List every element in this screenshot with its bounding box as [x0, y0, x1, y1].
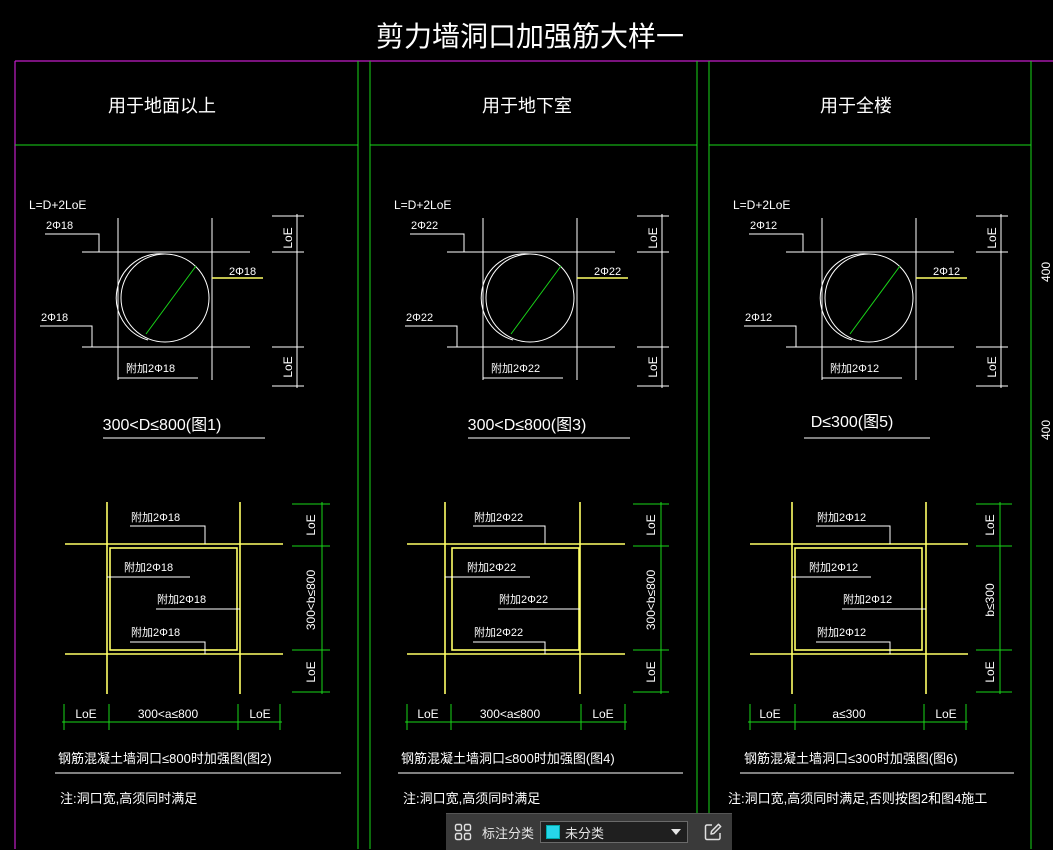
rect-rebar-label-top: 附加2Φ18 [131, 510, 180, 524]
dimension-label: LoE [646, 356, 660, 377]
dimension-label: LoE [249, 707, 270, 721]
dimension-label: LoE [935, 707, 956, 721]
rebar-label-top: 2Φ12 [750, 220, 777, 232]
dimension-label: LoE [417, 707, 438, 721]
dimension-label: LoE [281, 356, 295, 377]
rebar-label-right: 2Φ18 [229, 266, 256, 278]
rect-rebar-label-left: 附加2Φ18 [124, 560, 173, 574]
dimension-label: 300<a≤800 [138, 707, 199, 721]
round-opening [485, 253, 575, 343]
leader-line [816, 641, 891, 654]
annotation-toolbar: 标注分类 未分类 [446, 813, 732, 850]
column-header: 用于全楼 [820, 96, 892, 116]
annotation-category-label: 标注分类 [482, 826, 535, 842]
drawing-title: 剪力墙洞口加强筋大样一 [376, 21, 684, 52]
round-opening [120, 253, 210, 343]
leader-line [405, 325, 458, 347]
dimension-label: 300<b≤800 [644, 570, 658, 631]
rebar-label-left: 2Φ12 [745, 312, 772, 324]
rect-rebar-label-top: 附加2Φ22 [474, 510, 523, 524]
leader-line [45, 233, 100, 252]
dimension-label: LoE [985, 227, 999, 248]
rect-rebar-label-mid: 附加2Φ12 [843, 592, 892, 606]
category-select[interactable]: 未分类 [540, 821, 689, 843]
rebar-label-right: 2Φ22 [594, 266, 621, 278]
leader-line [816, 525, 891, 544]
cad-drawing-canvas[interactable]: 剪力墙洞口加强筋大样一 400 400 用于地面以上 L=D+2LoE 2Φ18… [0, 0, 1053, 849]
dimension-label: LoE [281, 227, 295, 248]
rebar-label-right: 2Φ12 [933, 266, 960, 278]
length-formula: L=D+2LoE [733, 198, 790, 212]
dimension-label: LoE [983, 514, 997, 535]
figure-note: 注:洞口宽,高须同时满足,否则按图2和图4施工 [728, 791, 987, 806]
diagonal-rebar [849, 265, 901, 335]
leader-line [744, 325, 797, 347]
rect-rebar-label-mid: 附加2Φ22 [499, 592, 548, 606]
edge-dimension-bottom: 400 [1039, 420, 1053, 440]
category-select-value: 未分类 [565, 826, 605, 842]
rebar-label-left: 2Φ22 [406, 312, 433, 324]
dimension-label: LoE [644, 661, 658, 682]
edge-dimension-top: 400 [1039, 262, 1053, 282]
dimension-label: LoE [646, 227, 660, 248]
length-formula: L=D+2LoE [394, 198, 451, 212]
grid-icon[interactable] [446, 814, 480, 850]
dimension-label: LoE [304, 514, 318, 535]
dimension-label: a≤300 [832, 707, 866, 721]
rect-rebar-label-bot: 附加2Φ12 [817, 625, 866, 639]
rect-rebar-label-top: 附加2Φ12 [817, 510, 866, 524]
leader-line [749, 233, 804, 252]
extra-rebar-label: 附加2Φ18 [126, 361, 175, 375]
rect-rebar-label-left: 附加2Φ12 [809, 560, 858, 574]
dimension-label: LoE [983, 661, 997, 682]
edit-icon[interactable] [696, 814, 730, 850]
category-color-swatch [546, 825, 561, 839]
figure-caption: 300<D≤800(图3) [468, 417, 587, 434]
dimension-label: b≤300 [983, 583, 997, 617]
rect-rebar-label-bot: 附加2Φ18 [131, 625, 180, 639]
extra-rebar-label: 附加2Φ12 [830, 361, 879, 375]
dimension-label: 300<b≤800 [304, 570, 318, 631]
extra-rebar-label: 附加2Φ22 [491, 361, 540, 375]
detail-column-3: 用于全楼 L=D+2LoE 2Φ12 2Φ12 2Φ12 附加2Φ12 LoE … [728, 96, 1014, 806]
length-formula: L=D+2LoE [29, 198, 86, 212]
dimension-label: LoE [592, 707, 613, 721]
rect-rebar-label-bot: 附加2Φ22 [474, 625, 523, 639]
rebar-label-top: 2Φ18 [46, 220, 73, 232]
opening-arc [115, 253, 166, 341]
dimension-label: LoE [759, 707, 780, 721]
dimension-label: LoE [985, 356, 999, 377]
figure-caption: D≤300(图5) [811, 414, 894, 431]
rect-rebar-label-left: 附加2Φ22 [467, 560, 516, 574]
figure-caption: 钢筋混凝土墙洞口≤300时加强图(图6) [744, 751, 958, 766]
column-header: 用于地面以上 [108, 96, 216, 116]
opening-arc [480, 253, 531, 341]
leader-line [410, 233, 465, 252]
diagonal-rebar [145, 265, 197, 335]
figure-caption: 钢筋混凝土墙洞口≤800时加强图(图2) [58, 751, 272, 766]
rebar-label-left: 2Φ18 [41, 312, 68, 324]
dimension-label: 300<a≤800 [480, 707, 541, 721]
dimension-label: LoE [304, 661, 318, 682]
detail-column-2: 用于地下室 L=D+2LoE 2Φ22 2Φ22 2Φ22 附加2Φ22 LoE… [394, 96, 683, 806]
opening-arc [819, 253, 870, 341]
leader-line [130, 641, 206, 654]
round-opening [824, 253, 914, 343]
leader-line [130, 525, 206, 544]
figure-caption: 钢筋混凝土墙洞口≤800时加强图(图4) [401, 751, 615, 766]
leader-line [473, 525, 546, 544]
column-header: 用于地下室 [482, 96, 572, 116]
figure-note: 注:洞口宽,高须同时满足 [403, 791, 540, 806]
leader-line [473, 641, 546, 654]
diagonal-rebar [510, 265, 562, 335]
leader-line [40, 325, 93, 347]
dimension-label: LoE [75, 707, 96, 721]
figure-note: 注:洞口宽,高须同时满足 [60, 791, 197, 806]
rebar-label-top: 2Φ22 [411, 220, 438, 232]
figure-caption: 300<D≤800(图1) [103, 417, 222, 434]
chevron-down-icon[interactable] [671, 829, 682, 835]
dimension-label: LoE [644, 514, 658, 535]
rect-rebar-label-mid: 附加2Φ18 [157, 592, 206, 606]
detail-column-1: 用于地面以上 L=D+2LoE 2Φ18 2Φ18 2Φ18 附加2Φ18 Lo… [29, 96, 341, 806]
